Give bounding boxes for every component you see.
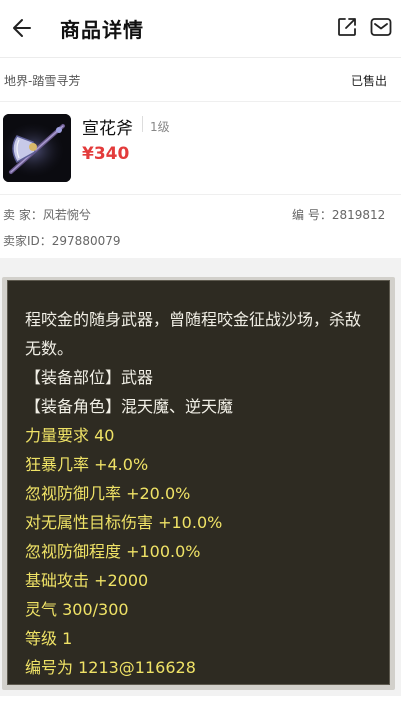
- item-name: 宣花斧: [82, 119, 133, 139]
- attribute-line: 灵气 300/300: [25, 600, 129, 619]
- axe-icon: [3, 114, 71, 182]
- number-value: 2819812: [331, 208, 386, 222]
- item-level: 1级: [150, 120, 170, 134]
- attribute-line: 忽视防御几率 +20.0%: [25, 484, 191, 503]
- item-row[interactable]: 宣花斧 1级 ¥340: [0, 102, 401, 195]
- attribute-line: 力量要求 40: [25, 426, 115, 445]
- listing-number: 编 号：2819812: [292, 206, 385, 223]
- seller-info: 卖 家：风若惋兮: [3, 206, 91, 223]
- seller-id-value: 297880079: [51, 234, 121, 248]
- bottom-strip: [0, 696, 401, 704]
- attribute-line: 狂暴几率 +4.0%: [25, 455, 149, 474]
- item-description-frame: 程咬金的随身武器，曾随程咬金征战沙场，杀敌无数。 【装备部位】武器【装备角色】混…: [2, 277, 395, 690]
- app-header: 商品详情: [0, 0, 401, 58]
- number-label: 编 号：: [292, 208, 332, 222]
- attribute-line: 忽视防御程度 +100.0%: [25, 542, 201, 561]
- mail-icon[interactable]: [370, 17, 392, 37]
- divider: [142, 116, 143, 132]
- item-description-text: 程咬金的随身武器，曾随程咬金征战沙场，杀敌无数。: [25, 310, 362, 358]
- item-thumbnail[interactable]: [3, 114, 71, 182]
- page-title: 商品详情: [60, 18, 144, 42]
- attribute-line: 基础攻击 +2000: [25, 571, 149, 590]
- status-badge: 已售出: [350, 74, 387, 88]
- seller-label: 卖 家：: [3, 208, 43, 222]
- seller-id: 卖家ID：297880079: [3, 232, 121, 249]
- listing-card: 地界-踏雪寻芳 已售出 宣花斧 1级 ¥340 卖 家：风若惋兮 编 号：281…: [0, 58, 401, 258]
- seller-id-label: 卖家ID：: [3, 234, 52, 248]
- attribute-list: 【装备部位】武器【装备角色】混天魔、逆天魔 力量要求 40 狂暴几率 +4.0% 忽视…: [25, 363, 373, 682]
- attribute-line: 【装备角色】混天魔、逆天魔: [25, 397, 234, 416]
- attribute-line: 【装备部位】武器: [25, 368, 154, 387]
- back-arrow-icon[interactable]: [10, 15, 36, 41]
- server-row: 地界-踏雪寻芳 已售出: [0, 58, 401, 102]
- server-name: 地界-踏雪寻芳: [4, 74, 81, 88]
- attribute-line: 对无属性目标伤害 +10.0%: [25, 513, 223, 532]
- seller-name: 风若惋兮: [42, 208, 91, 222]
- item-description-panel: 程咬金的随身武器，曾随程咬金征战沙场，杀敌无数。 【装备部位】武器【装备角色】混…: [7, 280, 390, 685]
- price: ¥340: [82, 144, 130, 164]
- attribute-line: 等级 1: [25, 629, 73, 648]
- attribute-line: 编号为 1213@116628: [25, 658, 196, 677]
- share-icon[interactable]: [336, 16, 358, 38]
